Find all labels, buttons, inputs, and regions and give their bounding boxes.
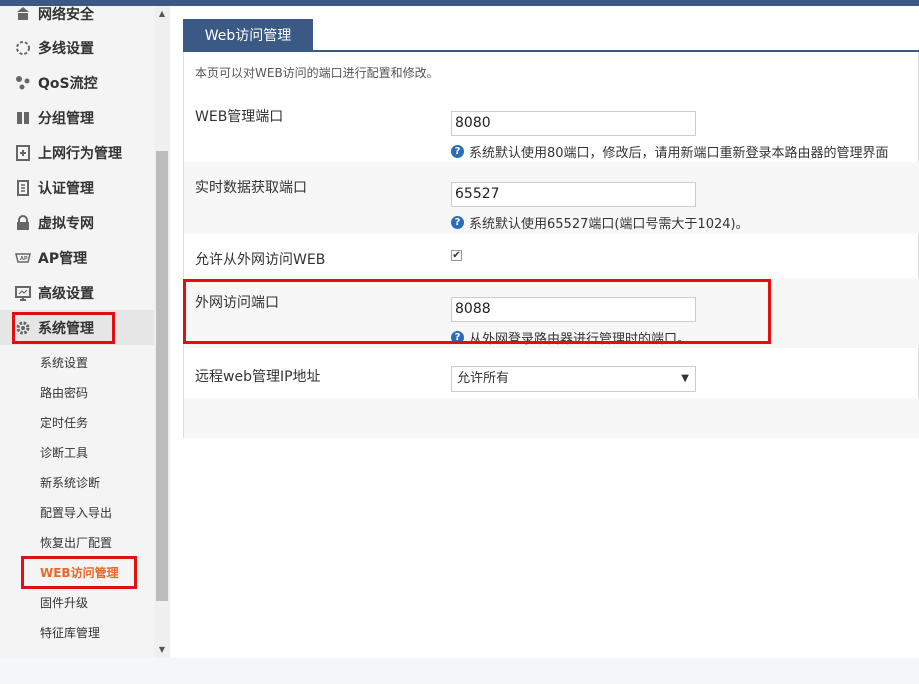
row-web-port: WEB管理端口 8080 ? 系统默认使用80端口，修改后，请用新端口重新登录本… — [184, 92, 919, 162]
qos-icon — [14, 74, 32, 92]
allow-wan-checkbox[interactable]: ✔ — [451, 250, 462, 261]
sidebar-item-group[interactable]: 分组管理 — [0, 100, 154, 135]
sidebar-item-multiline[interactable]: 多线设置 — [0, 30, 154, 65]
bottom-strip — [0, 658, 919, 684]
page-description: 本页可以对WEB访问的端口进行配置和修改。 — [195, 66, 439, 80]
auth-icon — [14, 179, 32, 197]
web-port-hint: ? 系统默认使用80端口，修改后，请用新端口重新登录本路由器的管理界面 — [451, 142, 889, 161]
sidebar-item-auth[interactable]: 认证管理 — [0, 170, 154, 205]
row-allow-wan: 允许从外网访问WEB ✔ — [184, 234, 919, 278]
sub-item-new-diagnosis[interactable]: 新系统诊断 — [40, 467, 100, 497]
scroll-thumb[interactable] — [156, 151, 168, 601]
remote-ip-label: 远程web管理IP地址 — [195, 369, 321, 385]
highlight-web-access — [21, 556, 137, 589]
realtime-port-input[interactable]: 65527 — [451, 182, 696, 207]
sidebar-item-label: 认证管理 — [38, 180, 94, 197]
web-port-hint-text: 系统默认使用80端口，修改后，请用新端口重新登录本路由器的管理界面 — [469, 146, 889, 161]
highlight-wan-port — [183, 279, 771, 344]
sub-item-router-password[interactable]: 路由密码 — [40, 377, 88, 407]
row-realtime-port: 实时数据获取端口 65527 ? 系统默认使用65527端口(端口号需大于102… — [184, 162, 919, 234]
row-footer — [184, 398, 919, 438]
svg-text:AP: AP — [20, 256, 28, 262]
settings-panel: 本页可以对WEB访问的端口进行配置和修改。 WEB管理端口 8080 ? 系统默… — [183, 52, 919, 438]
sub-item-firmware-upgrade[interactable]: 固件升级 — [40, 587, 88, 617]
sidebar-item-advanced[interactable]: 高级设置 — [0, 275, 154, 310]
tab-web-access[interactable]: Web访问管理 — [183, 19, 313, 51]
scroll-down-icon[interactable]: ▼ — [154, 644, 170, 656]
sub-item-system-settings[interactable]: 系统设置 — [40, 347, 88, 377]
sidebar-item-label: AP管理 — [38, 250, 88, 267]
multiline-icon — [14, 39, 32, 57]
row-remote-ip: 远程web管理IP地址 允许所有 ▼ — [184, 348, 919, 398]
sub-item-signature-db[interactable]: 特征库管理 — [40, 617, 100, 647]
realtime-port-hint: ? 系统默认使用65527端口(端口号需大于1024)。 — [451, 213, 749, 232]
web-port-label: WEB管理端口 — [195, 109, 284, 125]
group-icon — [14, 109, 32, 127]
sidebar-item-label: 多线设置 — [38, 40, 94, 57]
help-icon: ? — [451, 216, 464, 229]
sidebar-item-network-security[interactable]: 网络安全 — [0, 6, 154, 31]
sidebar-item-qos[interactable]: QoS流控 — [0, 65, 154, 100]
sidebar-item-label: 虚拟专网 — [38, 215, 94, 232]
scroll-up-icon[interactable]: ▲ — [154, 8, 170, 20]
remote-ip-select[interactable]: 允许所有 ▼ — [451, 366, 696, 392]
sidebar-scrollbar[interactable]: ▲ ▼ — [154, 6, 170, 658]
behavior-icon — [14, 144, 32, 162]
realtime-port-hint-text: 系统默认使用65527端口(端口号需大于1024)。 — [469, 217, 749, 232]
help-icon: ? — [451, 145, 464, 158]
chevron-down-icon: ▼ — [681, 373, 689, 384]
sidebar-item-label: 高级设置 — [38, 285, 94, 302]
sidebar-item-label: 网络安全 — [38, 6, 94, 23]
web-port-input[interactable]: 8080 — [451, 111, 696, 136]
sub-item-factory-reset[interactable]: 恢复出厂配置 — [40, 527, 112, 557]
vpn-lock-icon — [14, 214, 32, 232]
allow-wan-label: 允许从外网访问WEB — [195, 252, 326, 268]
sub-item-scheduled-tasks[interactable]: 定时任务 — [40, 407, 88, 437]
sidebar-item-label: 上网行为管理 — [38, 145, 122, 162]
sidebar-item-label: 分组管理 — [38, 110, 94, 127]
remote-ip-selected-value: 允许所有 — [457, 371, 510, 386]
ap-icon: AP — [14, 249, 32, 267]
realtime-port-label: 实时数据获取端口 — [195, 180, 307, 196]
sidebar-item-ap[interactable]: AP AP管理 — [0, 240, 154, 275]
sub-item-config-import-export[interactable]: 配置导入导出 — [40, 497, 112, 527]
network-security-icon — [14, 6, 32, 23]
sidebar-item-vpn[interactable]: 虚拟专网 — [0, 205, 154, 240]
highlight-system-management — [12, 312, 115, 344]
sidebar-item-behavior[interactable]: 上网行为管理 — [0, 135, 154, 170]
monitor-icon — [14, 284, 32, 302]
sub-item-diagnostic-tools[interactable]: 诊断工具 — [40, 437, 88, 467]
sidebar-item-label: QoS流控 — [38, 75, 98, 92]
